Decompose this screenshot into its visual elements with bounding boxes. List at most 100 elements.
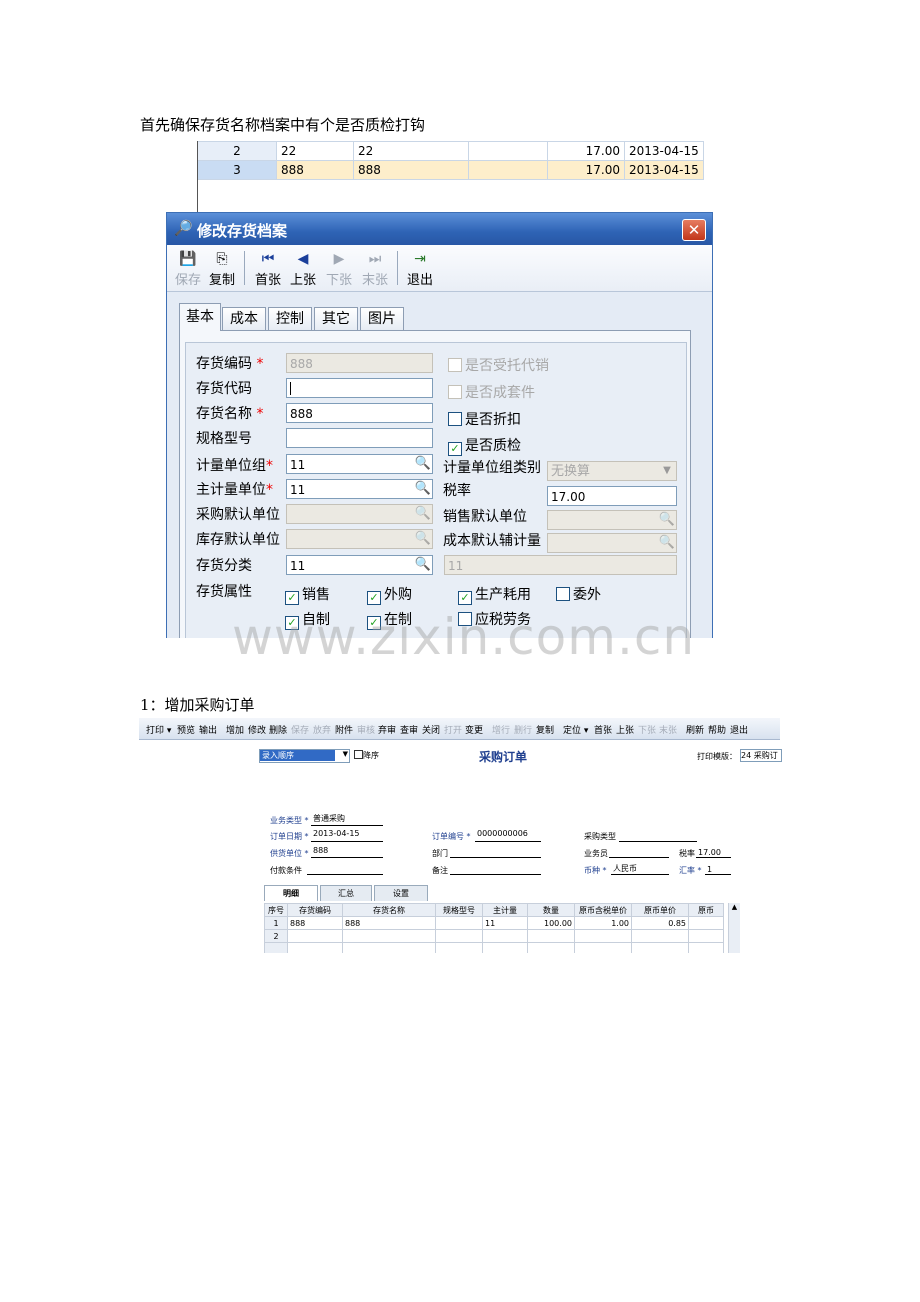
consign-checkbox[interactable]: 是否受托代销 [448, 355, 549, 375]
po-tool-first[interactable]: 首张 [594, 723, 612, 736]
table-cell[interactable] [342, 942, 436, 953]
tab-summary[interactable]: 汇总 [320, 885, 372, 901]
tab-basic[interactable]: 基本 [179, 303, 221, 331]
table-cell[interactable] [435, 916, 483, 930]
po-tool-edit[interactable]: 修改 [248, 723, 266, 736]
table-cell[interactable] [342, 929, 436, 943]
table-cell[interactable] [574, 942, 632, 953]
tab-cost[interactable]: 成本 [222, 307, 266, 330]
orderno-value[interactable]: 0000000006 [477, 829, 528, 838]
costunit-input[interactable]: 🔍 [547, 533, 677, 553]
stockunit-input[interactable]: 🔍 [286, 529, 433, 549]
close-button[interactable]: ✕ [682, 219, 706, 241]
po-tool-exit[interactable]: 退出 [730, 723, 748, 736]
kit-checkbox[interactable]: 是否成套件 [448, 382, 535, 402]
name-input[interactable]: 888 [286, 403, 433, 423]
taxrate-value[interactable]: 17.00 [698, 848, 721, 857]
column-header[interactable]: 原币含税单价 [574, 903, 632, 917]
sort-select[interactable]: 录入顺序 ▼ [259, 749, 350, 763]
attr-production-checkbox[interactable]: ✓ 生产耗用 [458, 584, 531, 605]
table-row[interactable]: 2 22 22 17.00 2013-04-15 [197, 141, 704, 161]
print-template-select[interactable]: 24 采购订 [740, 749, 782, 762]
table-cell[interactable]: 100.00 [527, 916, 575, 930]
table-row[interactable]: 3 888 888 17.00 2013-04-15 [197, 160, 704, 180]
search-icon[interactable]: 🔍 [413, 454, 433, 474]
column-header[interactable]: 原币单价 [631, 903, 689, 917]
category-input[interactable]: 11 🔍 [286, 555, 433, 575]
column-header[interactable]: 序号 [264, 903, 288, 917]
po-tool-delete[interactable]: 删除 [269, 723, 287, 736]
table-cell[interactable] [527, 929, 575, 943]
po-tool-preview[interactable]: 预览 [177, 723, 195, 736]
po-tool-locate[interactable]: 定位 ▾ [563, 723, 588, 736]
tab-detail[interactable]: 明细 [264, 885, 318, 901]
spec-input[interactable] [286, 428, 433, 448]
discount-checkbox[interactable]: 是否折扣 [448, 409, 521, 429]
currency-value[interactable]: 人民币 [613, 863, 637, 874]
po-tool-open[interactable]: 打开 [444, 723, 462, 736]
search-icon[interactable]: 🔍 [413, 555, 433, 575]
first-button[interactable]: ⏮ 首张 [251, 249, 285, 288]
po-tool-export[interactable]: 输出 [199, 723, 217, 736]
table-cell[interactable] [482, 929, 528, 943]
biztype-value[interactable]: 普通采购 [313, 813, 345, 824]
desc-checkbox[interactable]: 降序 [354, 750, 379, 761]
attr-purchase-checkbox[interactable]: ✓ 外购 [367, 584, 412, 605]
table-cell[interactable]: 888 [342, 916, 436, 930]
column-header[interactable]: 数量 [527, 903, 575, 917]
po-tool-close[interactable]: 关闭 [422, 723, 440, 736]
last-button[interactable]: ⏭ 末张 [358, 249, 392, 288]
column-header[interactable]: 存货编码 [287, 903, 343, 917]
po-tool-discard[interactable]: 放弃 [313, 723, 331, 736]
search-icon[interactable]: 🔍 [413, 479, 433, 499]
po-tool-delrow[interactable]: 删行 [514, 723, 532, 736]
column-header[interactable]: 存货名称 [342, 903, 436, 917]
copy-button[interactable]: ⎘ 复制 [205, 249, 239, 288]
table-row[interactable]: 1 888 888 11 100.00 1.00 0.85 [264, 916, 724, 930]
table-cell[interactable] [435, 929, 483, 943]
purunit-input[interactable]: 🔍 [286, 504, 433, 524]
mainunit-input[interactable]: 11 🔍 [286, 479, 433, 499]
po-tool-print[interactable]: 打印 ▾ [146, 723, 171, 736]
po-tool-approve[interactable]: 审核 [357, 723, 375, 736]
po-tool-refresh[interactable]: 刷新 [686, 723, 704, 736]
tab-control[interactable]: 控制 [268, 307, 312, 330]
table-cell[interactable]: 11 [482, 916, 528, 930]
tab-image[interactable]: 图片 [360, 307, 404, 330]
code-input[interactable]: 888 [286, 353, 433, 373]
orderdate-value[interactable]: 2013-04-15 [313, 829, 360, 838]
table-cell[interactable] [527, 942, 575, 953]
table-cell[interactable]: 888 [287, 916, 343, 930]
po-tool-review[interactable]: 查审 [400, 723, 418, 736]
scroll-up-icon[interactable]: ▲ [729, 903, 740, 911]
po-tool-unapprove[interactable]: 弃审 [378, 723, 396, 736]
po-tool-add[interactable]: 增加 [226, 723, 244, 736]
tax-input[interactable]: 17.00 [547, 486, 677, 506]
po-tool-next[interactable]: 下张 [638, 723, 656, 736]
exit-button[interactable]: ⇥ 退出 [403, 249, 437, 288]
table-cell[interactable] [287, 942, 343, 953]
table-cell[interactable] [688, 916, 724, 930]
save-button[interactable]: 💾 保存 [171, 249, 205, 288]
table-cell[interactable] [631, 929, 689, 943]
column-header[interactable]: 原币 [688, 903, 724, 917]
tab-settings[interactable]: 设置 [374, 885, 428, 901]
po-tool-help[interactable]: 帮助 [708, 723, 726, 736]
tab-other[interactable]: 其它 [314, 307, 358, 330]
table-cell[interactable] [287, 929, 343, 943]
exrate-value[interactable]: 1 [707, 865, 712, 874]
po-tool-attach[interactable]: 附件 [335, 723, 353, 736]
prev-button[interactable]: ◀ 上张 [286, 249, 320, 288]
table-row[interactable]: 2 [264, 929, 724, 943]
column-header[interactable]: 主计量 [482, 903, 528, 917]
attr-outsource-checkbox[interactable]: 委外 [556, 584, 601, 604]
scrollbar[interactable]: ▲ [728, 903, 740, 953]
column-header[interactable]: 规格型号 [435, 903, 483, 917]
po-tool-addrow[interactable]: 增行 [492, 723, 510, 736]
table-row[interactable] [264, 942, 724, 953]
unitgrouptype-select[interactable]: 无换算 ▼ [547, 461, 677, 481]
unitgroup-input[interactable]: 11 🔍 [286, 454, 433, 474]
table-cell[interactable] [631, 942, 689, 953]
po-tool-copy[interactable]: 复制 [536, 723, 554, 736]
table-cell[interactable] [435, 942, 483, 953]
